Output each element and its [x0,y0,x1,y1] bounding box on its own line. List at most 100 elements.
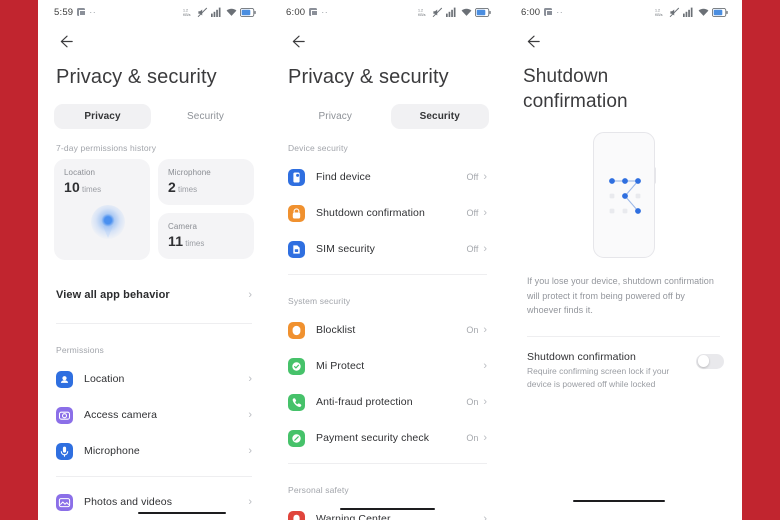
history-card-camera[interactable]: Camera 11 times [158,213,254,260]
tab-bar: Privacy Security [38,90,270,130]
security-label-mi-protect: Mi Protect [316,360,365,373]
divider [288,463,487,465]
photos-icon [56,493,73,511]
svg-text:KB/s: KB/s [418,13,426,17]
back-arrow-icon[interactable] [523,32,542,51]
security-value-shutdown-confirmation: Off [466,208,479,219]
permission-row-location[interactable]: Location › [38,361,270,397]
security-row-shutdown-confirmation[interactable]: Shutdown confirmation Off › [270,195,505,231]
nav-bar [270,24,505,58]
location-map-marker-icon [90,205,125,239]
shutdown-confirmation-switch[interactable] [696,353,724,369]
svg-text:1.2: 1.2 [655,8,660,12]
security-row-anti-fraud-protection[interactable]: Anti-fraud protection On › [270,384,505,420]
mute-icon [669,7,679,17]
svg-text:1.2: 1.2 [418,8,423,12]
block-icon [288,321,305,339]
shutdown-confirmation-toggle-row[interactable]: Shutdown confirmation Require confirming… [505,337,742,391]
warning-bell-icon [288,510,305,520]
chevron-right-icon: › [248,408,252,421]
wifi-icon [461,8,471,16]
cellular-signal-icon [446,7,456,17]
tab-security[interactable]: Security [157,104,254,129]
history-card-microphone-value: 2 [168,179,176,196]
shutdown-confirmation-description: If you lose your device, shutdown confir… [527,276,714,316]
location-pin-icon [56,370,73,388]
notification-overflow-dots: ·· [321,7,329,17]
notification-app-icon [544,8,553,17]
security-label-shutdown-confirmation: Shutdown confirmation [316,207,425,220]
notification-app-icon [309,8,318,17]
history-card-camera-unit: times [185,239,205,249]
security-row-sim-security[interactable]: SIM security Off › [270,231,505,267]
security-row-payment-security-check[interactable]: Payment security check On › [270,420,505,456]
chevron-right-icon: › [248,288,252,301]
status-bar-clock: 6:00 [286,6,306,18]
data-speed-icon: 1.2KB/s [655,8,663,17]
wifi-icon [226,8,236,16]
pattern-lock-graphic [608,178,641,215]
permissions-heading: Permissions [56,345,104,356]
phone-call-icon [288,393,305,411]
notification-overflow-dots: ·· [556,7,564,17]
page-title: Privacy & security [56,66,217,88]
battery-icon [475,7,491,17]
history-card-microphone-label: Microphone [168,168,211,178]
permission-row-access-camera[interactable]: Access camera › [38,397,270,433]
chevron-right-icon: › [483,512,487,520]
lock-icon [288,204,305,222]
security-value-blocklist: On [466,325,479,336]
tab-privacy[interactable]: Privacy [54,104,151,130]
svg-text:KB/s: KB/s [183,13,191,17]
security-value-anti-fraud-protection: On [466,397,479,408]
history-card-microphone-count: 2 times [168,179,244,197]
permission-row-photos-and-videos[interactable]: Photos and videos › [38,484,270,520]
history-card-location[interactable]: Location 10 times [54,159,150,261]
payment-icon [288,429,305,447]
panel-shutdown-confirmation: 6:00 ·· 1.2 KB/s Shutdown confirmation I… [505,0,742,520]
security-row-mi-protect[interactable]: Mi Protect › [270,348,505,384]
section-heading-system-security: System security [288,296,351,307]
section-heading-personal-safety: Personal safety [288,485,349,496]
toggle-title: Shutdown confirmation [527,350,636,363]
status-bar-clock: 5:59 [54,6,74,18]
tab-security[interactable]: Security [390,104,489,130]
scroll-indicator-bar[interactable] [573,500,665,502]
chevron-right-icon: › [483,323,487,336]
panel-privacy-security-security-tab: 6:00 ·· 1.2 KB/s Privacy & security Priva… [270,0,505,520]
history-card-microphone[interactable]: Microphone 2 times [158,159,254,206]
history-card-camera-value: 11 [168,233,184,250]
permissions-history-cards: Location 10 times Microphone 2 times Camer… [38,159,270,261]
view-all-app-behavior-row[interactable]: View all app behavior › [38,274,270,316]
chevron-right-icon: › [248,444,252,457]
data-speed-icon: 1.2KB/s [183,8,191,17]
security-label-find-device: Find device [316,171,371,184]
illustration-container [505,114,742,259]
data-speed-icon: 1.2KB/s [418,8,426,17]
scroll-indicator-bar[interactable] [138,512,226,514]
security-row-blocklist[interactable]: Blocklist On › [270,312,505,348]
tab-privacy[interactable]: Privacy [286,104,385,129]
status-bar: 5:59 ·· 1.2 KB/s [38,0,270,24]
status-bar-right: 1.2 KB/s [183,7,256,18]
history-card-camera-label: Camera [168,222,198,232]
status-bar-right: 1.2 KB/s [655,7,728,18]
divider [288,274,487,276]
panel-privacy-security-privacy-tab: 5:59 ·· 1.2 KB/s Privacy & security Priva… [38,0,270,520]
security-row-warning-center[interactable]: Warning Center › [270,501,505,520]
security-value-payment-security-check: On [466,433,479,444]
chevron-right-icon: › [483,170,487,183]
permission-row-microphone[interactable]: Microphone › [38,433,270,469]
permission-label-access-camera: Access camera [84,409,158,422]
back-arrow-icon[interactable] [288,32,307,51]
chevron-right-icon: › [483,242,487,255]
mute-icon [197,7,207,17]
nav-bar [505,24,742,58]
toggle-subtitle: Require confirming screen lock if your d… [527,365,670,390]
security-row-find-device[interactable]: Find device Off › [270,159,505,195]
back-arrow-icon[interactable] [56,32,75,51]
security-value-sim-security: Off [466,244,479,255]
switch-knob [697,355,710,368]
scroll-indicator-bar[interactable] [340,508,435,510]
security-label-blocklist: Blocklist [316,324,356,337]
